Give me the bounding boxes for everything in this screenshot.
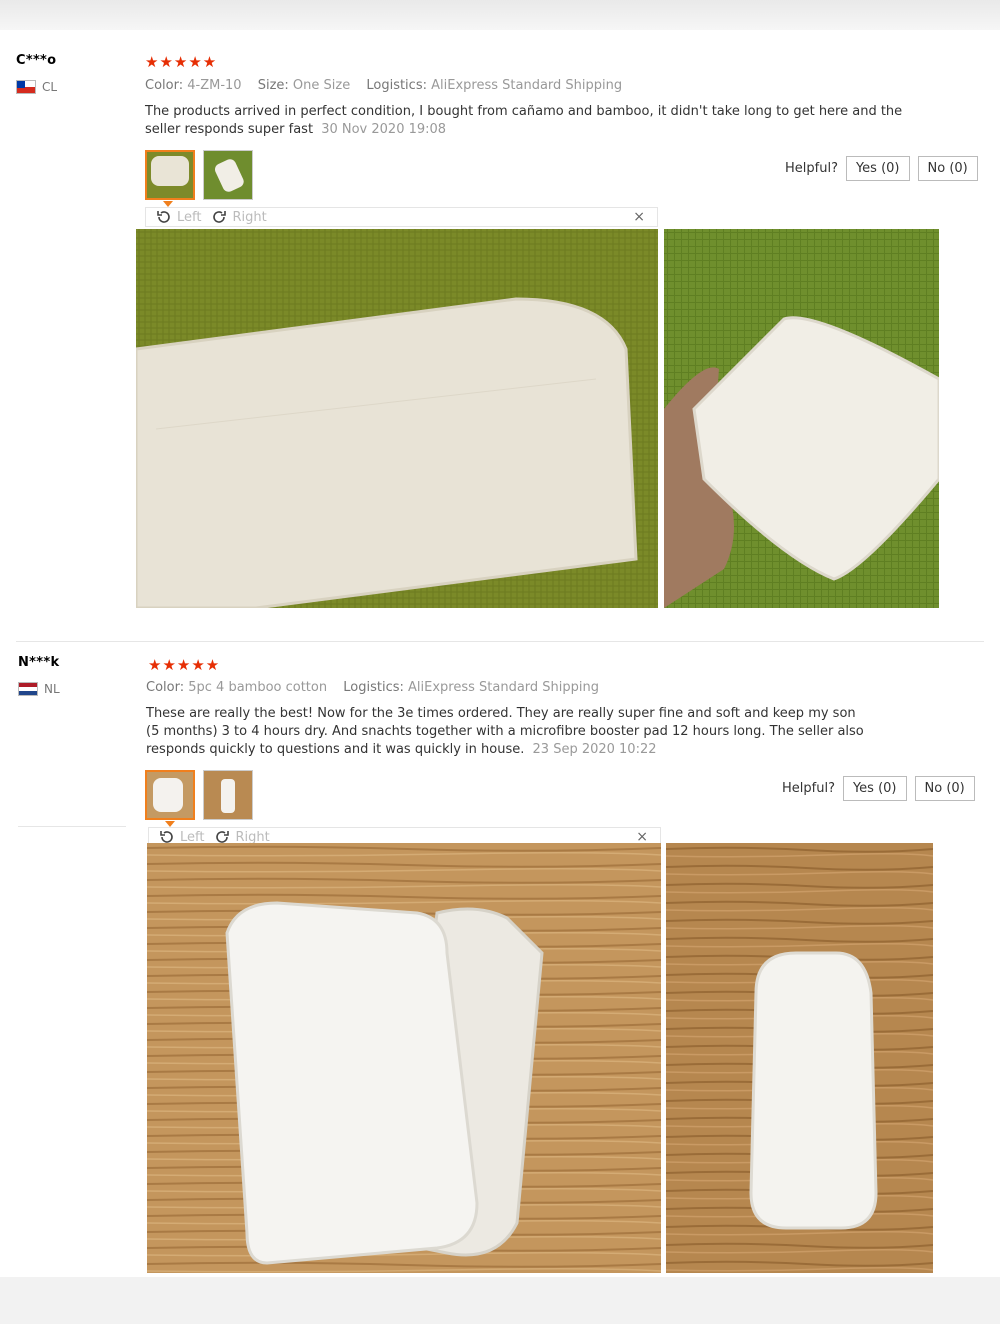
logistics-label: Logistics: xyxy=(366,78,427,93)
size-value: One Size xyxy=(292,78,351,93)
rating-stars: ★★★★★ xyxy=(145,53,218,71)
country-code: CL xyxy=(42,80,58,94)
rotate-right-button[interactable]: Right xyxy=(211,209,267,225)
netherlands-flag-icon xyxy=(18,682,38,696)
helpful-no-button[interactable]: No (0) xyxy=(917,156,978,181)
review-text-block: The products arrived in perfect conditio… xyxy=(145,103,905,139)
size-label: Size: xyxy=(257,78,289,93)
page-bottom-band xyxy=(0,1277,1000,1324)
helpful-vote: Helpful? Yes (0) No (0) xyxy=(785,156,978,181)
page-top-band xyxy=(0,0,1000,30)
rotate-right-icon xyxy=(213,211,227,223)
rotate-left-icon xyxy=(157,211,170,223)
color-label: Color: xyxy=(146,680,185,695)
rotate-left-button[interactable]: Left xyxy=(156,209,201,225)
review-text: These are really the best! Now for the 3… xyxy=(146,706,864,757)
review-photo[interactable] xyxy=(147,843,661,1273)
review-thumbnail[interactable] xyxy=(145,150,195,200)
color-value: 4-ZM-10 xyxy=(187,78,242,93)
rotate-right-label: Right xyxy=(232,209,267,225)
review-text-block: These are really the best! Now for the 3… xyxy=(146,705,866,759)
review-date: 23 Sep 2020 10:22 xyxy=(532,742,657,757)
helpful-label: Helpful? xyxy=(785,161,838,176)
review-meta: Color: 4-ZM-10 Size: One Size Logistics:… xyxy=(145,78,622,93)
country-code: NL xyxy=(44,682,60,696)
color-label: Color: xyxy=(145,78,184,93)
review-date: 30 Nov 2020 19:08 xyxy=(321,122,447,137)
reviewer-name: N***k xyxy=(18,655,60,670)
reviewer-country: CL xyxy=(16,80,57,94)
logistics-label: Logistics: xyxy=(343,680,404,695)
review-text: The products arrived in perfect conditio… xyxy=(145,104,903,137)
review-divider xyxy=(18,826,126,827)
review-photo[interactable] xyxy=(666,843,933,1273)
logistics-value: AliExpress Standard Shipping xyxy=(408,680,600,695)
chile-flag-icon xyxy=(16,80,36,94)
review-thumbnails xyxy=(145,770,253,820)
rotate-left-label: Left xyxy=(177,209,202,225)
helpful-no-button[interactable]: No (0) xyxy=(914,776,975,801)
review-thumbnails xyxy=(145,150,253,200)
reviewer-country: NL xyxy=(18,682,60,696)
helpful-yes-button[interactable]: Yes (0) xyxy=(842,776,907,801)
color-value: 5pc 4 bamboo cotton xyxy=(188,680,328,695)
review-photo[interactable] xyxy=(136,229,658,608)
image-viewer-toolbar: Left Right × xyxy=(145,207,658,227)
review-meta: Color: 5pc 4 bamboo cotton Logistics: Al… xyxy=(146,680,599,695)
review-photo[interactable] xyxy=(664,229,939,608)
review-divider xyxy=(16,641,984,642)
review-thumbnail[interactable] xyxy=(203,770,253,820)
helpful-yes-button[interactable]: Yes (0) xyxy=(845,156,910,181)
logistics-value: AliExpress Standard Shipping xyxy=(431,78,623,93)
review-thumbnail[interactable] xyxy=(145,770,195,820)
helpful-vote: Helpful? Yes (0) No (0) xyxy=(782,776,975,801)
close-icon[interactable]: × xyxy=(633,209,645,225)
helpful-label: Helpful? xyxy=(782,781,835,796)
rating-stars: ★★★★★ xyxy=(148,656,221,674)
reviewer-name: C***o xyxy=(16,53,57,68)
review-thumbnail[interactable] xyxy=(203,150,253,200)
